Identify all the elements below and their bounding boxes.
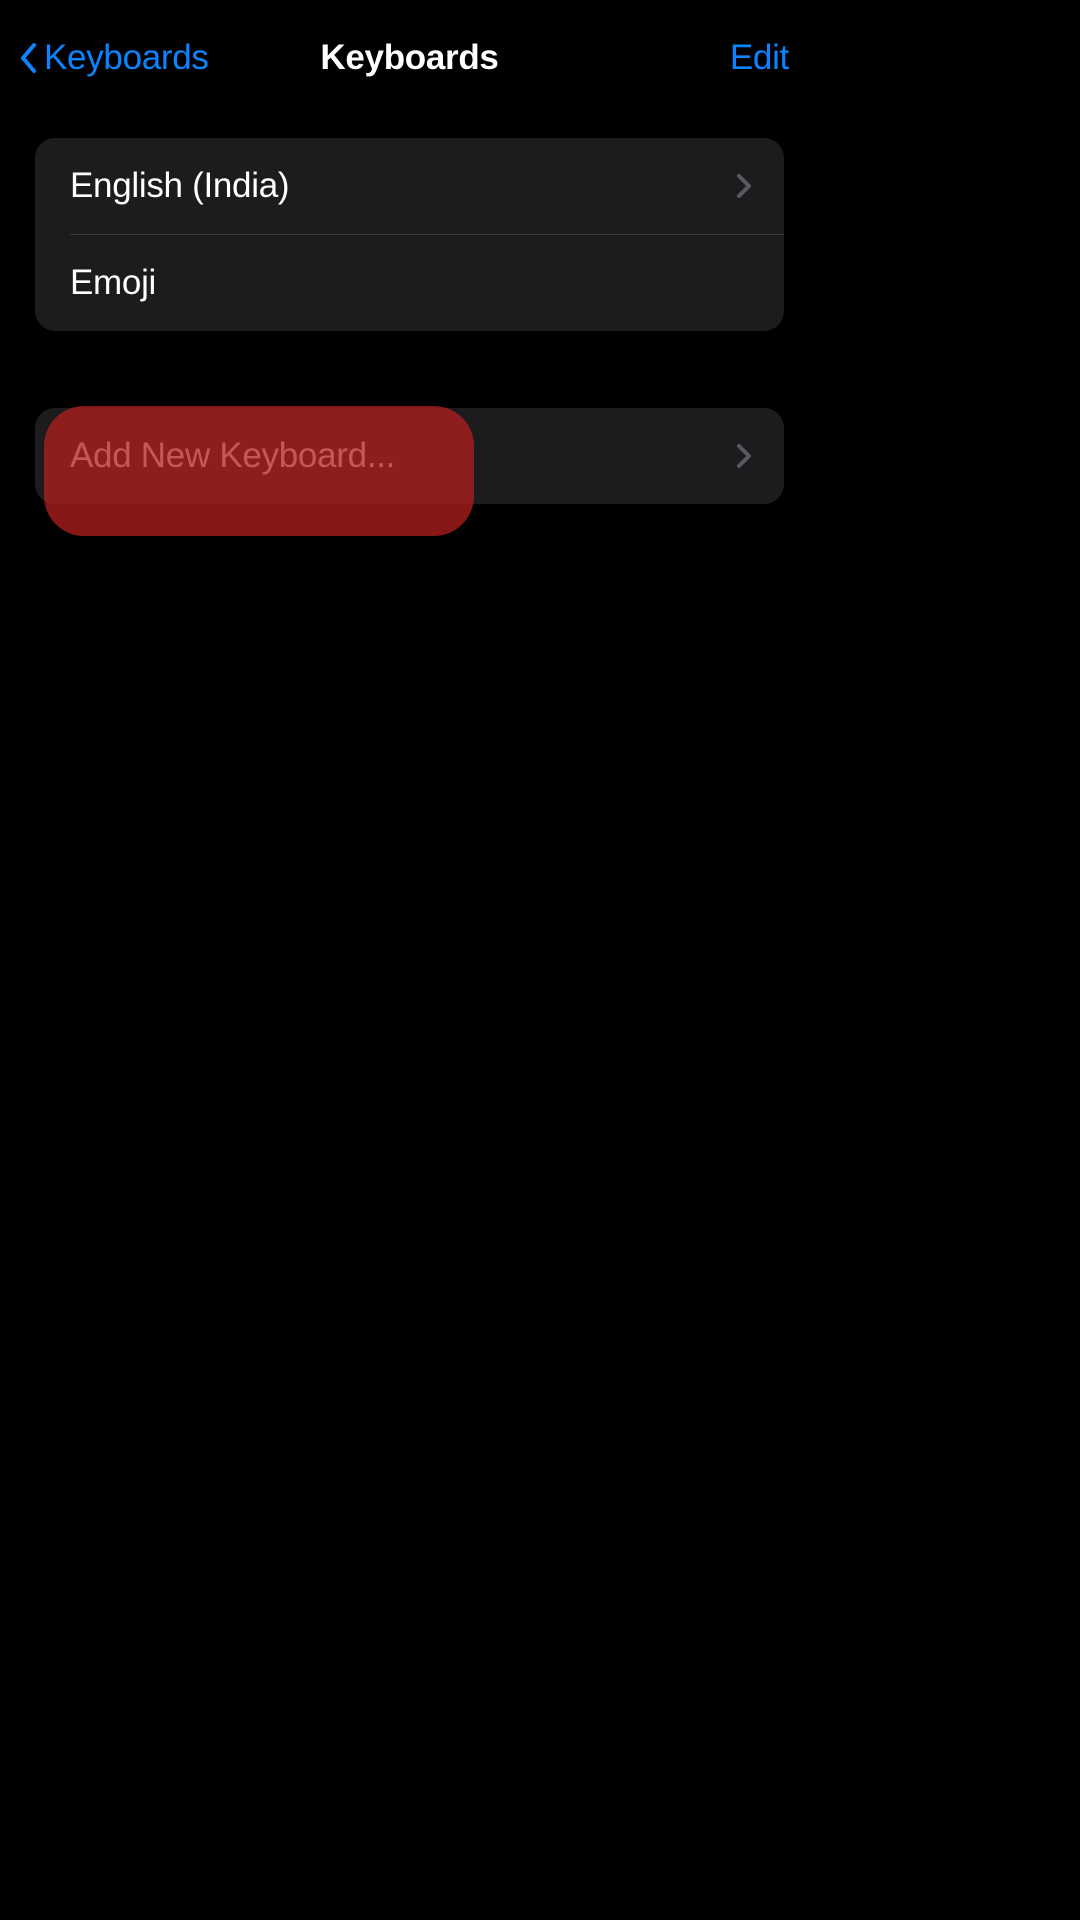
page-title: Keyboards [320,38,498,78]
back-button[interactable]: Keyboards [18,38,209,78]
keyboards-list-group: English (India) Emoji [35,138,784,331]
keyboard-item-label: Emoji [70,263,156,303]
add-keyboard-group: Add New Keyboard... [35,408,784,504]
add-new-keyboard-button[interactable]: Add New Keyboard... [35,408,784,504]
keyboard-item-emoji[interactable]: Emoji [35,235,784,331]
chevron-left-icon [18,40,40,76]
keyboard-item-english-india[interactable]: English (India) [35,138,784,234]
back-label: Keyboards [44,38,209,78]
add-new-keyboard-label: Add New Keyboard... [70,436,395,476]
chevron-right-icon [734,441,754,471]
keyboard-item-label: English (India) [70,166,289,206]
edit-button[interactable]: Edit [730,38,789,78]
content: English (India) Emoji Add New Keyboard..… [0,98,819,504]
chevron-right-icon [734,171,754,201]
nav-bar: Keyboards Keyboards Edit [0,0,819,98]
